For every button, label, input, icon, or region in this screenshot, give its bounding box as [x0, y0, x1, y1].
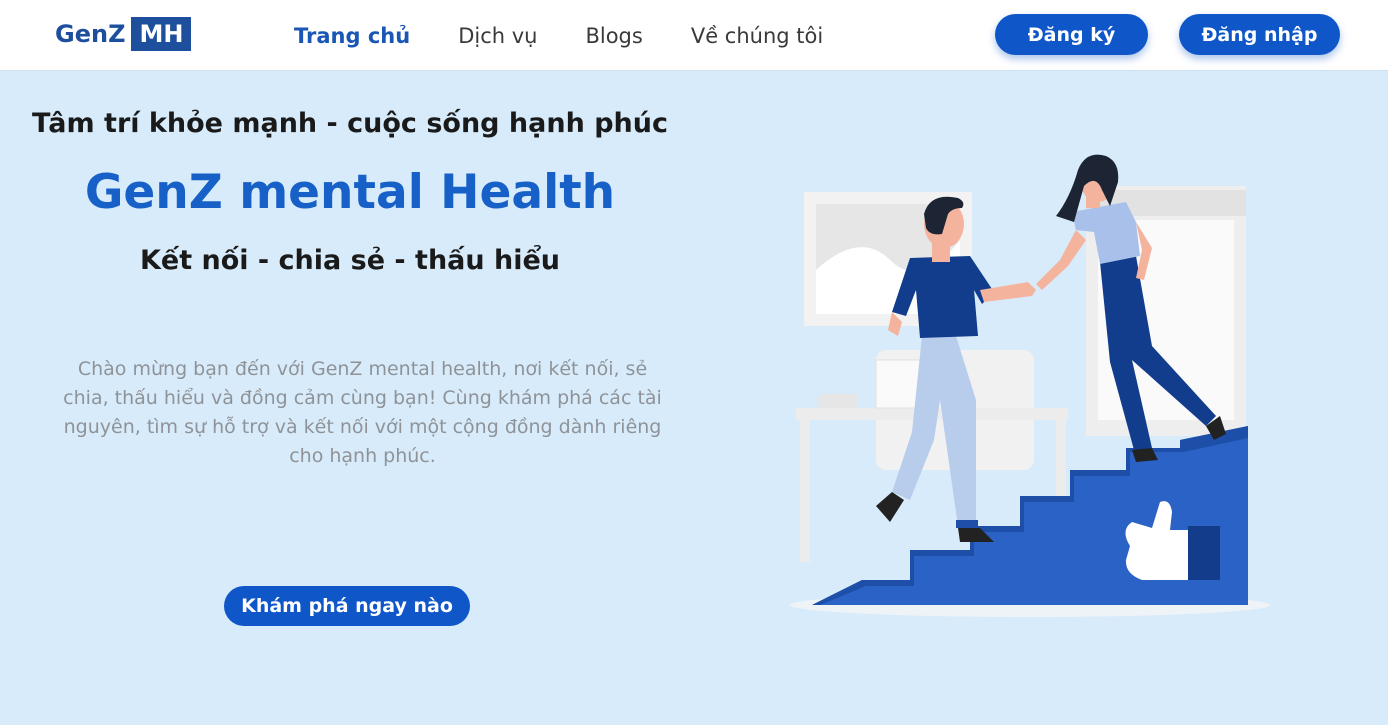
- logo-text: GenZ: [55, 20, 126, 48]
- people-helping-up-stairs-illustration: [790, 154, 1270, 617]
- nav-item-blogs[interactable]: Blogs: [585, 24, 642, 48]
- hero-motto: Kết nối - chia sẻ - thấu hiểu: [139, 245, 561, 276]
- hero-intro-text: Chào mừng bạn đến với GenZ mental health…: [63, 358, 662, 467]
- nav-item-about[interactable]: Về chúng tôi: [691, 24, 823, 48]
- hero-tagline: Tâm trí khỏe mạnh - cuộc sống hạnh phúc: [32, 108, 668, 139]
- explore-now-button[interactable]: Khám phá ngay nào: [224, 586, 470, 626]
- nav-item-services[interactable]: Dịch vụ: [458, 24, 537, 48]
- hero-brand-title: GenZ mental Health: [84, 165, 616, 220]
- nav-item-home[interactable]: Trang chủ: [294, 24, 410, 48]
- top-navbar: GenZ MH Trang chủ Dịch vụ Blogs Về chúng…: [0, 0, 1388, 70]
- site-logo[interactable]: GenZ MH: [55, 15, 192, 53]
- register-button[interactable]: Đăng ký: [995, 14, 1148, 55]
- logo-badge: MH: [131, 17, 192, 51]
- main-nav: Trang chủ Dịch vụ Blogs Về chúng tôi: [294, 24, 871, 48]
- login-button[interactable]: Đăng nhập: [1179, 14, 1340, 55]
